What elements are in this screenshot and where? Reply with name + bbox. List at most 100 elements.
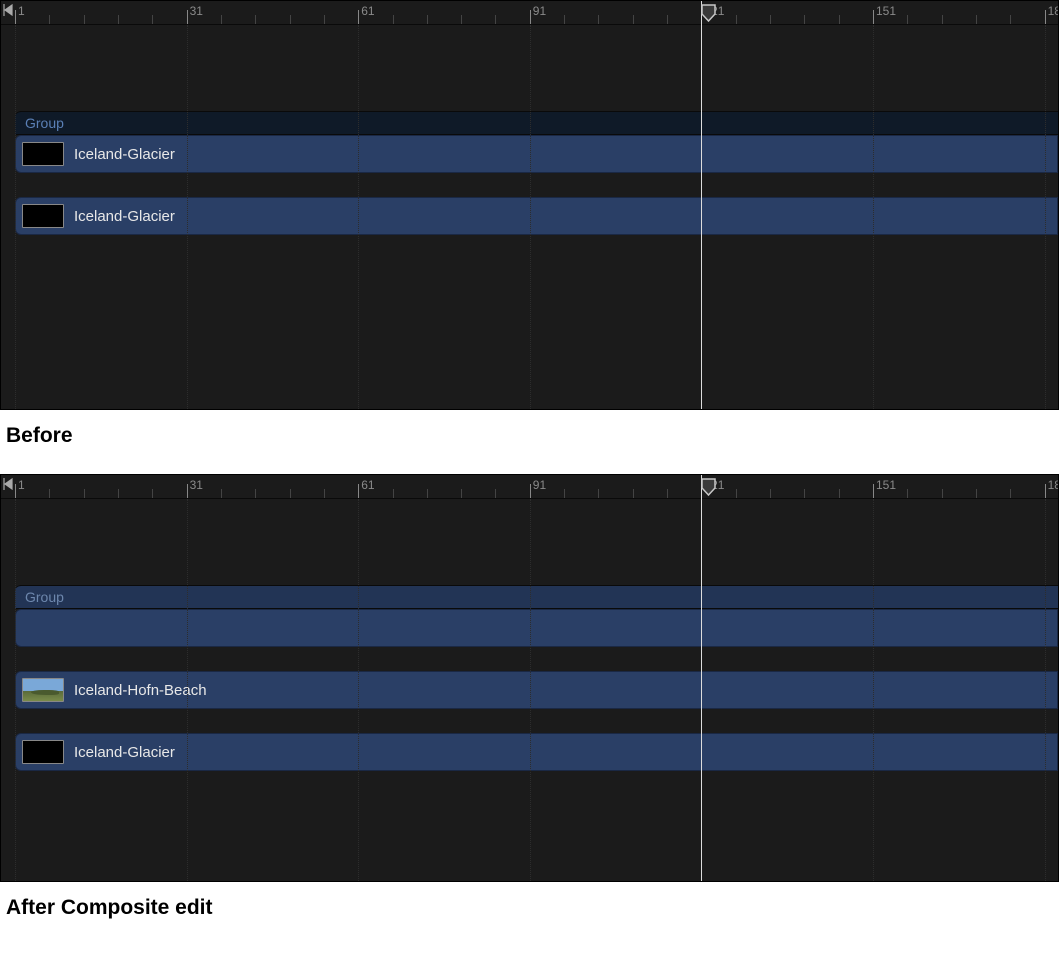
caption-after: After Composite edit — [0, 882, 1059, 946]
ruler-tick-label: 181 — [1048, 478, 1059, 492]
ruler-tick-minor — [221, 15, 222, 24]
ruler-tick-minor — [633, 489, 634, 498]
timeline-after[interactable]: 1316191121151181 Group Iceland-Hofn-Beac… — [0, 474, 1059, 882]
ruler-tick-minor — [1010, 15, 1011, 24]
ruler-tick-minor — [427, 15, 428, 24]
ruler-tick-major — [15, 10, 16, 24]
ruler-tick-minor — [907, 15, 908, 24]
clip-label: Iceland-Glacier — [74, 146, 175, 163]
ruler-tick-major — [530, 10, 531, 24]
ruler-tick-label: 151 — [876, 478, 896, 492]
ruler-tick-minor — [598, 15, 599, 24]
ruler-tick-major — [1045, 10, 1046, 24]
grid-line — [530, 25, 531, 409]
ruler-tick-minor — [564, 489, 565, 498]
ruler-tick-minor — [290, 489, 291, 498]
ruler-tick-label: 31 — [190, 478, 203, 492]
ruler-tick-minor — [290, 15, 291, 24]
ruler-tick-minor — [839, 489, 840, 498]
grid-line — [358, 25, 359, 409]
group-label: Group — [25, 115, 64, 131]
playhead-handle[interactable] — [701, 478, 716, 496]
group-label: Group — [25, 589, 64, 605]
clip-blank[interactable] — [15, 609, 1058, 647]
clip[interactable]: Iceland-Glacier — [15, 135, 1058, 173]
timeline-before[interactable]: 1316191121151181 Group Iceland-Glacier I… — [0, 0, 1059, 410]
caption-before: Before — [0, 410, 1059, 474]
ruler-tick-minor — [255, 15, 256, 24]
clip-thumbnail — [22, 204, 64, 228]
ruler-tick-label: 91 — [533, 478, 546, 492]
grid-line — [530, 499, 531, 881]
ruler-tick-label: 91 — [533, 4, 546, 18]
clip[interactable]: Iceland-Hofn-Beach — [15, 671, 1058, 709]
ruler-tick-minor — [804, 489, 805, 498]
ruler-tick-minor — [324, 489, 325, 498]
ruler-tick-major — [187, 10, 188, 24]
ruler-tick-minor — [667, 15, 668, 24]
ruler-tick-minor — [495, 489, 496, 498]
ruler-tick-minor — [461, 15, 462, 24]
ruler-tick-minor — [84, 15, 85, 24]
ruler-tick-minor — [667, 489, 668, 498]
ruler-tick-minor — [736, 489, 737, 498]
clip-thumbnail — [22, 678, 64, 702]
grid-line — [873, 499, 874, 881]
ruler-tick-major — [358, 484, 359, 498]
ruler-tick-minor — [427, 489, 428, 498]
ruler-tick-minor — [393, 489, 394, 498]
ruler-tick-minor — [907, 489, 908, 498]
ruler-tick-minor — [49, 15, 50, 24]
ruler-tick-label: 31 — [190, 4, 203, 18]
ruler[interactable]: 1316191121151181 — [1, 1, 1058, 25]
grid-line — [15, 499, 16, 881]
ruler[interactable]: 1316191121151181 — [1, 475, 1058, 499]
clip[interactable]: Iceland-Glacier — [15, 733, 1058, 771]
grid-line — [15, 25, 16, 409]
ruler-tick-label: 61 — [361, 478, 374, 492]
ruler-tick-major — [358, 10, 359, 24]
ruler-tick-minor — [461, 489, 462, 498]
ruler-tick-minor — [49, 489, 50, 498]
ruler-tick-minor — [393, 15, 394, 24]
ruler-tick-minor — [633, 15, 634, 24]
ruler-tick-minor — [84, 489, 85, 498]
go-to-start-icon[interactable] — [3, 477, 13, 491]
ruler-tick-minor — [495, 15, 496, 24]
ruler-tick-minor — [118, 489, 119, 498]
playhead[interactable] — [701, 475, 702, 881]
clip-thumbnail — [22, 142, 64, 166]
group-header[interactable]: Group — [15, 111, 1058, 135]
ruler-tick-major — [15, 484, 16, 498]
ruler-tick-minor — [976, 15, 977, 24]
ruler-tick-label: 1 — [18, 478, 25, 492]
ruler-tick-label: 1 — [18, 4, 25, 18]
ruler-tick-minor — [255, 489, 256, 498]
ruler-tick-major — [873, 10, 874, 24]
go-to-start-icon[interactable] — [3, 3, 13, 17]
ruler-tick-minor — [942, 15, 943, 24]
grid-line — [873, 25, 874, 409]
ruler-tick-minor — [976, 489, 977, 498]
playhead-handle[interactable] — [701, 4, 716, 22]
clip-label: Iceland-Glacier — [74, 744, 175, 761]
ruler-tick-major — [187, 484, 188, 498]
ruler-tick-minor — [839, 15, 840, 24]
ruler-tick-minor — [770, 15, 771, 24]
group-header[interactable]: Group — [15, 585, 1058, 609]
ruler-tick-minor — [804, 15, 805, 24]
ruler-tick-minor — [564, 15, 565, 24]
ruler-tick-minor — [770, 489, 771, 498]
ruler-tick-label: 151 — [876, 4, 896, 18]
clip[interactable]: Iceland-Glacier — [15, 197, 1058, 235]
clip-label: Iceland-Glacier — [74, 208, 175, 225]
ruler-tick-minor — [152, 489, 153, 498]
clip-thumbnail — [22, 740, 64, 764]
playhead[interactable] — [701, 1, 702, 409]
ruler-tick-minor — [942, 489, 943, 498]
ruler-tick-label: 181 — [1048, 4, 1059, 18]
ruler-tick-major — [1045, 484, 1046, 498]
ruler-tick-major — [873, 484, 874, 498]
grid-line — [187, 25, 188, 409]
ruler-tick-minor — [221, 489, 222, 498]
